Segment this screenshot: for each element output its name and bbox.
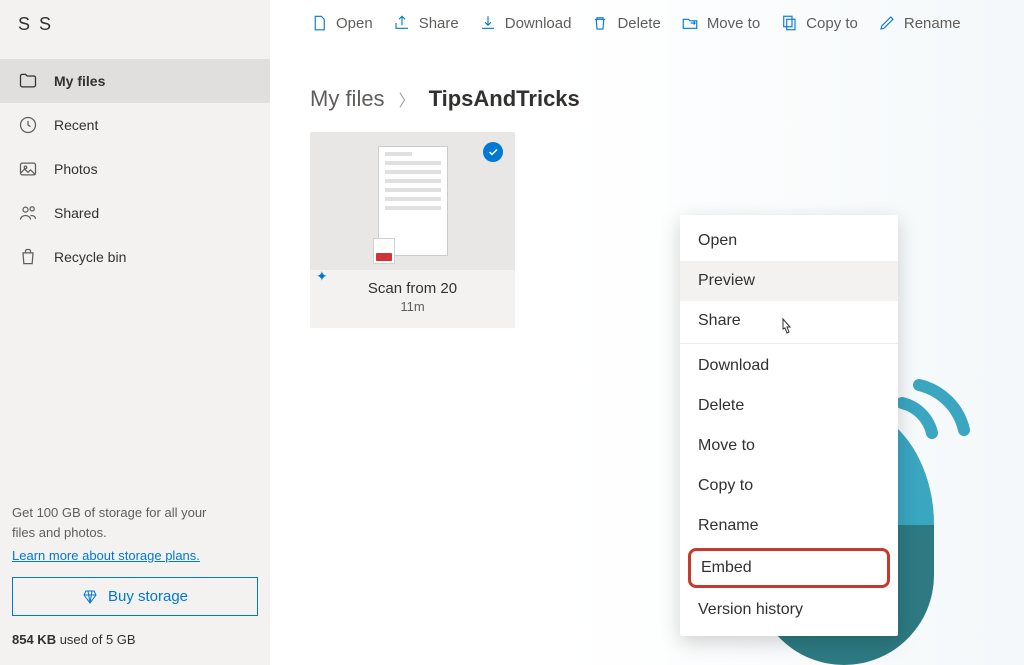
chevron-right-icon: 〉 <box>399 87 415 111</box>
toolbar-delete-button[interactable]: Delete <box>591 14 660 32</box>
toolbar: Open Share Download Delete Move to Copy … <box>270 0 1024 46</box>
toolbar-open-label: Open <box>336 15 373 32</box>
sidebar-item-label: Recent <box>54 117 98 133</box>
sidebar-item-recycle[interactable]: Recycle bin <box>0 235 270 279</box>
ctx-share[interactable]: Share <box>680 301 898 341</box>
storage-used-suffix: used of 5 GB <box>56 632 136 647</box>
toolbar-move-label: Move to <box>707 15 760 32</box>
sidebar-item-shared[interactable]: Shared <box>0 191 270 235</box>
sidebar-item-label: Shared <box>54 205 99 221</box>
clock-icon <box>18 115 38 135</box>
pdf-badge-icon <box>373 238 395 264</box>
new-indicator-icon: ✦ <box>316 268 328 285</box>
breadcrumb-current: TipsAndTricks <box>429 86 580 112</box>
copy-icon <box>780 14 798 32</box>
storage-usage: 854 KB used of 5 GB <box>12 632 258 647</box>
toolbar-open-button[interactable]: Open <box>310 14 373 32</box>
sidebar: S S My files Recent Photos Shared Recycl… <box>0 0 270 665</box>
toolbar-copy-button[interactable]: Copy to <box>780 14 858 32</box>
file-thumbnail <box>310 132 515 270</box>
storage-promo-line1: Get 100 GB of storage for all your <box>12 505 206 520</box>
pencil-icon <box>878 14 896 32</box>
sidebar-item-my-files[interactable]: My files <box>0 59 270 103</box>
storage-promo-line2: files and photos. <box>12 525 107 540</box>
nav: My files Recent Photos Shared Recycle bi… <box>0 59 270 279</box>
buy-storage-button[interactable]: Buy storage <box>12 577 258 616</box>
ctx-separator <box>680 343 898 344</box>
file-name: Scan from 20 <box>318 280 507 297</box>
ctx-download[interactable]: Download <box>680 346 898 386</box>
diamond-icon <box>82 589 98 605</box>
buy-storage-label: Buy storage <box>108 588 188 605</box>
sidebar-item-label: Photos <box>54 161 98 177</box>
ctx-rename[interactable]: Rename <box>680 506 898 546</box>
toolbar-share-button[interactable]: Share <box>393 14 459 32</box>
toolbar-move-button[interactable]: Move to <box>681 14 760 32</box>
toolbar-share-label: Share <box>419 15 459 32</box>
main: Open Share Download Delete Move to Copy … <box>270 0 1024 665</box>
storage-learn-more-link[interactable]: Learn more about storage plans. <box>12 548 200 563</box>
brand-label: S S <box>0 0 270 49</box>
sidebar-item-label: Recycle bin <box>54 249 126 265</box>
download-icon <box>479 14 497 32</box>
ctx-delete[interactable]: Delete <box>680 386 898 426</box>
toolbar-rename-label: Rename <box>904 15 961 32</box>
ctx-embed[interactable]: Embed <box>688 548 890 588</box>
file-icon <box>310 14 328 32</box>
sidebar-item-label: My files <box>54 73 105 89</box>
toolbar-copy-label: Copy to <box>806 15 858 32</box>
ctx-version[interactable]: Version history <box>680 590 898 630</box>
ctx-open[interactable]: Open <box>680 221 898 261</box>
sidebar-item-photos[interactable]: Photos <box>0 147 270 191</box>
recycle-bin-icon <box>18 247 38 267</box>
toolbar-download-label: Download <box>505 15 572 32</box>
selected-check-icon[interactable] <box>483 142 503 162</box>
folder-icon <box>18 71 38 91</box>
toolbar-rename-button[interactable]: Rename <box>878 14 961 32</box>
ctx-move[interactable]: Move to <box>680 426 898 466</box>
shared-icon <box>18 203 38 223</box>
move-icon <box>681 14 699 32</box>
breadcrumb: My files 〉 TipsAndTricks <box>270 46 1024 132</box>
toolbar-download-button[interactable]: Download <box>479 14 572 32</box>
share-icon <box>393 14 411 32</box>
ctx-preview[interactable]: Preview <box>680 261 898 301</box>
photos-icon <box>18 159 38 179</box>
ctx-copy[interactable]: Copy to <box>680 466 898 506</box>
storage-used-value: 854 KB <box>12 632 56 647</box>
trash-icon <box>591 14 609 32</box>
file-card[interactable]: ✦ Scan from 20 11m <box>310 132 515 328</box>
storage-promo: Get 100 GB of storage for all your files… <box>0 487 270 665</box>
context-menu: Open Preview Share Download Delete Move … <box>680 215 898 636</box>
file-meta: 11m <box>318 299 507 314</box>
sidebar-item-recent[interactable]: Recent <box>0 103 270 147</box>
toolbar-delete-label: Delete <box>617 15 660 32</box>
breadcrumb-root[interactable]: My files <box>310 86 385 112</box>
